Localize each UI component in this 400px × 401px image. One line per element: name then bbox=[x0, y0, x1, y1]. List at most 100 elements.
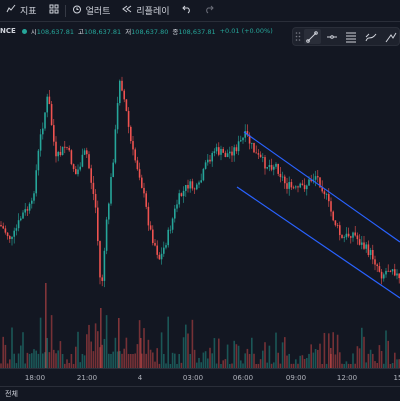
candle-body bbox=[11, 236, 13, 239]
candle-body bbox=[90, 168, 92, 183]
candle-body bbox=[116, 103, 119, 130]
volume-bar bbox=[77, 331, 79, 368]
volume-bar bbox=[143, 328, 145, 368]
market-status-dot bbox=[21, 28, 27, 34]
candle-body bbox=[154, 243, 156, 246]
candle-body bbox=[182, 190, 185, 197]
volume-bar bbox=[308, 353, 310, 368]
volume-bar bbox=[37, 353, 40, 368]
volume-bar bbox=[314, 349, 317, 368]
candle-body bbox=[275, 163, 277, 167]
time-axis[interactable]: 18:00 21:00 4 03:00 06:00 09:00 12:00 15 bbox=[0, 368, 400, 387]
candle-body bbox=[279, 173, 282, 178]
undo-button[interactable] bbox=[176, 4, 198, 17]
replay-label: 리플레이 bbox=[136, 7, 170, 17]
candle-body bbox=[28, 203, 31, 211]
parallel-channel-line[interactable] bbox=[243, 131, 400, 243]
candle-body bbox=[284, 176, 286, 184]
candle-body bbox=[365, 244, 367, 249]
volume-bar bbox=[330, 348, 332, 368]
candle-body bbox=[42, 128, 44, 135]
candle-body bbox=[383, 274, 385, 279]
candle-body bbox=[35, 170, 37, 194]
volume-bar bbox=[198, 357, 200, 368]
candle-body bbox=[191, 181, 194, 189]
candle-body bbox=[121, 80, 123, 91]
volume-bar bbox=[317, 349, 319, 368]
candle-body bbox=[356, 235, 359, 240]
volume-bar bbox=[160, 332, 163, 368]
layouts-button[interactable] bbox=[43, 4, 65, 17]
candle-body bbox=[130, 126, 132, 142]
indicators-button[interactable]: 지표 bbox=[0, 4, 43, 17]
candle-body bbox=[292, 187, 295, 189]
volume-bar bbox=[22, 332, 24, 368]
candle-body bbox=[332, 211, 334, 221]
candle-body bbox=[37, 150, 40, 171]
candle-body bbox=[387, 270, 389, 272]
volume-bar bbox=[171, 352, 174, 368]
candle-body bbox=[180, 193, 183, 197]
candle-body bbox=[114, 129, 117, 163]
volume-bar bbox=[301, 355, 304, 368]
candle-body bbox=[323, 191, 326, 195]
volume-bar bbox=[39, 317, 42, 368]
candle-body bbox=[235, 147, 238, 152]
candle-body bbox=[358, 239, 361, 245]
fib-retracement-icon[interactable] bbox=[343, 29, 360, 44]
volume-bar bbox=[286, 355, 288, 368]
candle-body bbox=[147, 206, 150, 226]
candle-body bbox=[290, 182, 293, 188]
candle-body bbox=[209, 159, 211, 162]
candle-body bbox=[325, 194, 328, 195]
volume-bar bbox=[277, 352, 279, 368]
alerts-button[interactable]: 얼러트 bbox=[66, 4, 117, 17]
volume-bar bbox=[248, 353, 251, 368]
candle-body bbox=[222, 148, 224, 153]
brush-icon[interactable] bbox=[363, 29, 380, 44]
replay-button[interactable]: 리플레이 bbox=[116, 4, 175, 17]
candle-body bbox=[127, 110, 130, 127]
candle-body bbox=[270, 165, 273, 170]
volume-bar bbox=[28, 353, 31, 368]
symbol-name: NCE bbox=[0, 27, 16, 35]
candle-body bbox=[237, 141, 240, 152]
range-all-button[interactable]: 전체 bbox=[2, 389, 21, 399]
volume-bar bbox=[59, 341, 62, 368]
volume-bar bbox=[42, 353, 44, 368]
horizontal-line-icon[interactable] bbox=[324, 29, 341, 44]
volume-bar bbox=[310, 344, 312, 368]
candle-body bbox=[396, 273, 398, 276]
volume-bar bbox=[81, 353, 84, 368]
parallel-channel-line[interactable] bbox=[236, 186, 400, 299]
volume-bar bbox=[233, 340, 235, 368]
candle-body bbox=[295, 186, 297, 188]
measure-icon[interactable] bbox=[382, 29, 399, 44]
open-value: 108,637.81 bbox=[36, 28, 74, 36]
trend-line-icon[interactable] bbox=[304, 29, 321, 44]
candle-body bbox=[262, 157, 264, 158]
price-chart[interactable] bbox=[0, 0, 400, 368]
candle-body bbox=[26, 209, 29, 211]
candle-body bbox=[46, 96, 48, 113]
drag-handle-icon[interactable] bbox=[295, 31, 301, 42]
candle-body bbox=[86, 150, 88, 155]
volume-bar bbox=[235, 344, 238, 368]
candle-body bbox=[57, 151, 59, 157]
volume-bar bbox=[163, 353, 165, 368]
candle-body bbox=[160, 253, 163, 260]
volume-bar bbox=[328, 333, 330, 368]
volume-bar bbox=[246, 348, 249, 368]
volume-bar bbox=[207, 358, 209, 368]
candle-body bbox=[123, 90, 125, 100]
undo-icon bbox=[181, 4, 192, 17]
redo-button[interactable] bbox=[198, 4, 220, 17]
volume-bar bbox=[284, 337, 286, 368]
volume-bar bbox=[352, 353, 354, 368]
candle-body bbox=[266, 167, 268, 169]
candle-body bbox=[97, 207, 99, 242]
time-axis-label: 18:00 bbox=[24, 374, 46, 382]
volume-bar bbox=[53, 349, 55, 368]
candle-body bbox=[345, 233, 348, 238]
candle-body bbox=[2, 226, 4, 229]
